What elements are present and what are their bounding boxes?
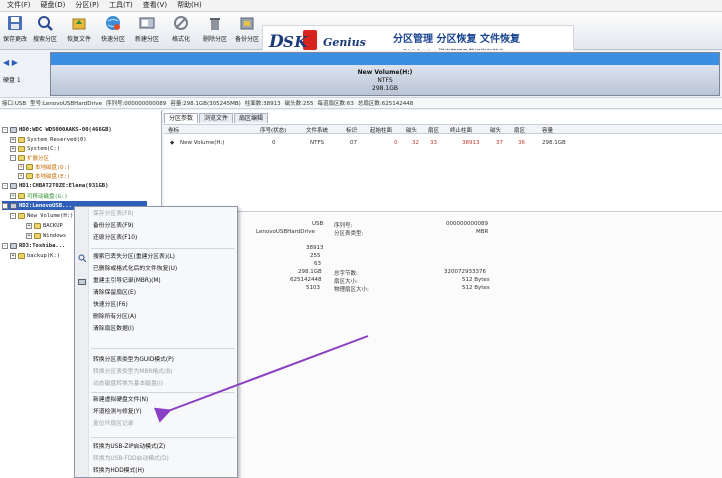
menu-item-restore-partition-table[interactable]: 还原分区表(F10)	[89, 233, 237, 244]
backup-icon	[238, 14, 256, 32]
partition-table-header: 卷标 序号(状态) 文件系统 标识 起始柱面 磁头 扇区 终止柱面 磁头 扇区 …	[164, 124, 722, 134]
tree-item[interactable]: - HD1:CHBAT2T0ZE:Elena(931GB)	[2, 181, 108, 190]
trash-icon	[206, 14, 224, 32]
save-changes-button[interactable]: 保存更改	[2, 14, 28, 48]
format-icon	[172, 14, 190, 32]
menu-item-clear-sector-data[interactable]: 清除扇区数据(I)	[89, 324, 237, 335]
menu-item-recover-deleted-files[interactable]: 已删除或格式化后的文件恢复(U)	[89, 264, 237, 275]
tree-item[interactable]: + Windows	[26, 231, 66, 240]
tree-item[interactable]: + BACKUP	[26, 221, 63, 230]
tree-item[interactable]: + 本地磁盘(E:)	[18, 171, 70, 180]
search-partition-button[interactable]: 搜索分区	[32, 14, 58, 48]
menu-tools[interactable]: 工具(T)	[104, 0, 138, 11]
partition-name: New Volume(H:)	[357, 69, 413, 76]
delete-partition-button[interactable]: 删除分区	[202, 14, 228, 48]
menu-view[interactable]: 查看(V)	[138, 0, 172, 11]
menu-item-search-lost-partitions[interactable]: 搜索已丢失分区(重建分区表)(L)	[89, 252, 237, 263]
tree-item[interactable]: - 扩展分区	[10, 153, 49, 162]
menu-item-save-partition-table[interactable]: 保存分区表(F8)	[89, 209, 237, 220]
partition-detail-panel: 分区参数 浏览文件 扇区编辑 卷标 序号(状态) 文件系统 标识 起始柱面 磁头…	[164, 110, 722, 478]
menu-item-usb-fdd-mode[interactable]: 转换为USB-FDD启动模式(D)	[89, 454, 237, 465]
menu-item-usb-zip-mode[interactable]: 转换为USB-ZIP启动模式(Z)	[89, 442, 237, 453]
partition-block[interactable]: New Volume(H:) NTFS 298.1GB	[50, 52, 720, 96]
disk-nav-arrows[interactable]: ◀ ▶	[3, 58, 18, 67]
menu-item-new-virtual-disk[interactable]: 新建虚拟硬盘文件(N)	[89, 395, 237, 406]
save-icon	[6, 14, 24, 32]
menu-item-reset-bad-sectors[interactable]: 复位坏扇区记录	[89, 419, 237, 430]
tree-item[interactable]: + System Reserved(0)	[10, 135, 87, 144]
mbr-icon	[78, 278, 86, 286]
tab-browse-files[interactable]: 浏览文件	[199, 113, 234, 123]
tree-item[interactable]: + backup(K:)	[10, 251, 60, 260]
disk-map: ◀ ▶ 硬盘 1 New Volume(H:) NTFS 298.1GB	[0, 50, 722, 98]
banner-slogan: 分区管理 分区恢复 文件恢复	[393, 34, 520, 45]
disk-label: 硬盘 1	[3, 77, 21, 84]
menu-item-dynamic-to-basic[interactable]: 动态磁盘转换为基本磁盘(I)	[89, 379, 237, 390]
menu-item-hdd-mode[interactable]: 转换为HDD模式(H)	[89, 466, 237, 477]
disk-info-bar: 接口:USB 型号:LenovoUSBHardDrive 序列号:0000000…	[0, 98, 722, 109]
menu-bar: 文件(F) 硬盘(D) 分区(P) 工具(T) 查看(V) 帮助(H)	[0, 0, 722, 12]
tree-item[interactable]: + 本地磁盘(D:)	[18, 162, 70, 171]
search-partition-icon	[78, 254, 87, 263]
recover-icon	[70, 14, 88, 32]
menu-item-backup-partition-table[interactable]: 备份分区表(F9)	[89, 221, 237, 232]
menu-partition[interactable]: 分区(P)	[70, 0, 104, 11]
disk-context-menu: 保存分区表(F8) 备份分区表(F9) 还原分区表(F10) 搜索已丢失分区(重…	[74, 206, 238, 478]
menu-item-convert-to-mbr[interactable]: 转换分区表类型为MBR格式(B)	[89, 367, 237, 378]
recover-files-button[interactable]: 恢复文件	[66, 14, 92, 48]
tab-sector-edit[interactable]: 扇区编辑	[234, 113, 269, 123]
tree-item[interactable]: + System(C:)	[10, 144, 60, 153]
partition-size: 298.1GB	[372, 85, 398, 92]
menu-disk[interactable]: 硬盘(D)	[36, 0, 71, 11]
menu-item-bad-sector-check[interactable]: 坏道检测与修复(Y)	[89, 407, 237, 418]
new-partition-button[interactable]: 新建分区	[134, 14, 160, 48]
tab-bar: 分区参数 浏览文件 扇区编辑	[164, 113, 269, 123]
tree-item[interactable]: + 可移动磁盘(G:)	[10, 191, 68, 200]
menu-help[interactable]: 帮助(H)	[172, 0, 207, 11]
globe-icon	[104, 14, 122, 32]
partition-row-icon: ◆	[170, 140, 175, 146]
table-row[interactable]: ◆ New Volume(H:) 0 NTFS 07 0 32 33 38913…	[164, 139, 722, 149]
quick-partition-button[interactable]: 快速分区	[100, 14, 126, 48]
new-partition-icon	[138, 14, 156, 32]
tree-item[interactable]: - RD3:Toshiba...	[2, 241, 65, 250]
tab-partition-params[interactable]: 分区参数	[164, 113, 199, 123]
format-button[interactable]: 格式化	[168, 14, 194, 48]
disk-details: USB LenovoUSBHardDrive 38913 255 63 298.…	[164, 211, 722, 478]
menu-file[interactable]: 文件(F)	[2, 0, 36, 11]
partition-filesystem: NTFS	[377, 77, 393, 84]
menu-item-quick-partition[interactable]: 快速分区(F6)	[89, 300, 237, 311]
tree-item[interactable]: - HD0:WDC WD5000AAKS-00(466GB)	[2, 125, 112, 134]
menu-item-rebuild-mbr[interactable]: 重建主引导记录(MBR)(M)	[89, 276, 237, 287]
tree-item[interactable]: - New Volume(H:)	[10, 211, 73, 220]
menu-item-convert-to-guid[interactable]: 转换分区表类型为GUID模式(P)	[89, 355, 237, 366]
toolbar: 保存更改 搜索分区 恢复文件 快速分区 新建分区 格式化 删除分区 备份分区 D…	[0, 12, 722, 61]
search-icon	[36, 14, 54, 32]
menu-item-delete-all-partitions[interactable]: 删除所有分区(A)	[89, 312, 237, 323]
menu-item-clear-reserved-sectors[interactable]: 清除保留扇区(E)	[89, 288, 237, 299]
backup-partition-button[interactable]: 备份分区	[234, 14, 260, 48]
